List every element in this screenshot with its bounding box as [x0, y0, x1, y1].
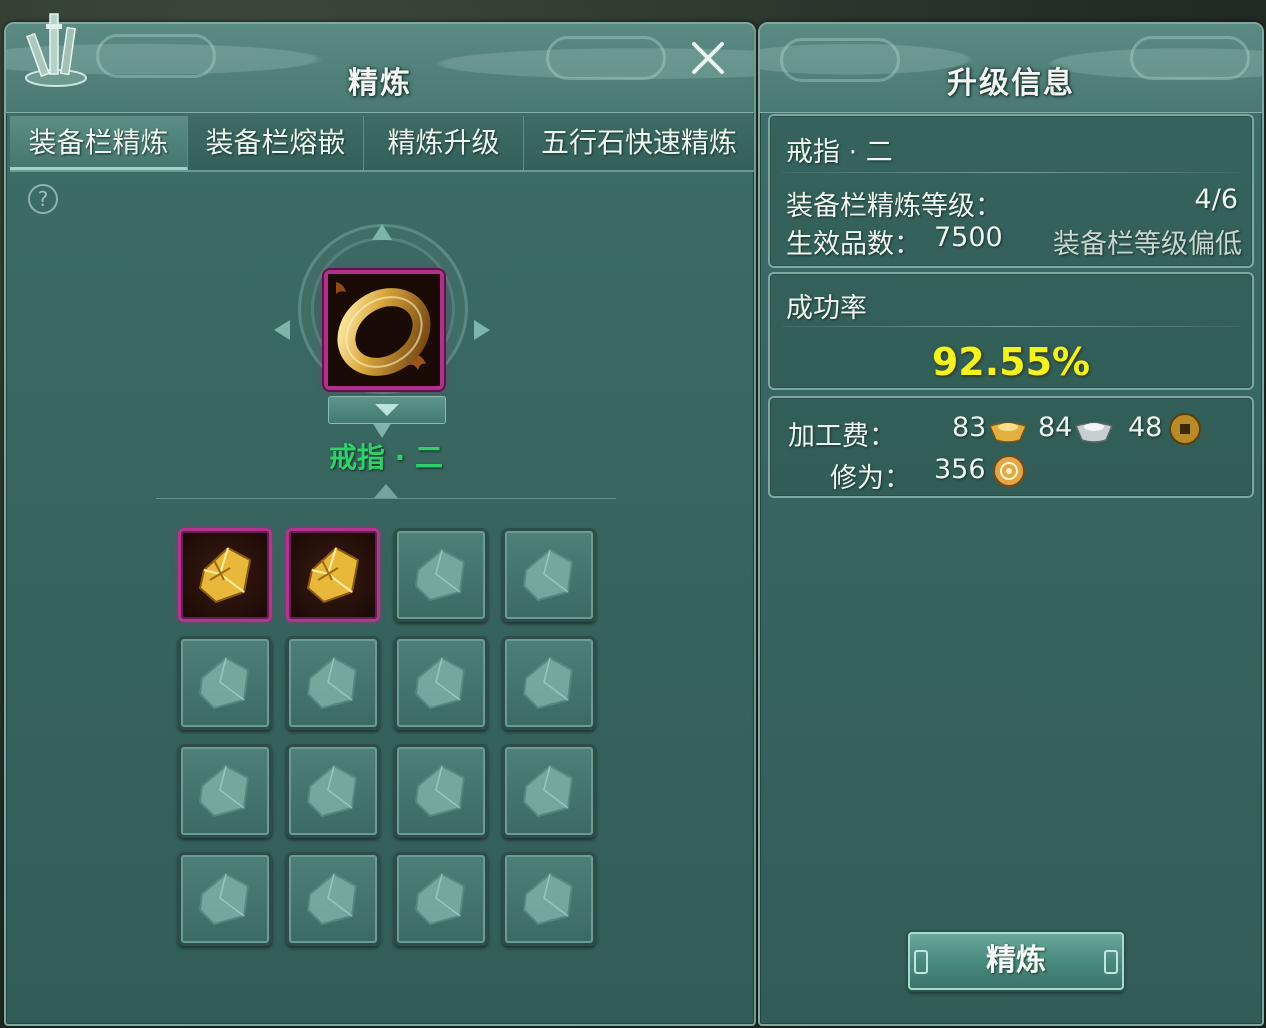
material-slot[interactable] [394, 528, 488, 622]
equipped-item-name: 戒指 · 二 [328, 441, 444, 474]
material-slot[interactable] [502, 744, 596, 838]
fee-label: 加工费： [788, 421, 896, 452]
empty-stone-placeholder-icon [198, 872, 250, 926]
divider [782, 326, 1240, 327]
cultivation-label: 修为： [830, 463, 911, 494]
silver-ingot-icon [1074, 422, 1114, 443]
tab-five-element-quick-refine[interactable]: 五行石快速精炼 [524, 116, 754, 170]
cultivation-orb-icon [993, 455, 1025, 487]
material-slot[interactable] [286, 636, 380, 730]
material-slot[interactable] [178, 744, 272, 838]
effective-quality-value: 7500 [934, 222, 1003, 253]
empty-stone-placeholder-icon [522, 656, 574, 710]
empty-stone-placeholder-icon [414, 656, 466, 710]
success-rate-box: 成功率 92.55% [768, 272, 1254, 390]
success-rate-value: 92.55% [931, 340, 1091, 384]
refine-panel-header: 精炼 [6, 24, 754, 113]
fee-copper-value: 48 [1128, 412, 1163, 443]
effective-quality-label: 生效品数： [786, 229, 921, 260]
close-icon [692, 42, 724, 74]
material-slot[interactable] [394, 852, 488, 946]
material-slot[interactable] [178, 528, 272, 622]
material-slot[interactable] [286, 528, 380, 622]
gold-ring-icon [328, 274, 440, 386]
material-slot[interactable] [502, 528, 596, 622]
refine-button[interactable]: 精炼 [908, 932, 1124, 990]
empty-stone-placeholder-icon [414, 764, 466, 818]
gold-ingot-icon [988, 422, 1028, 443]
sword-emblem-icon [25, 13, 87, 87]
empty-stone-placeholder-icon [522, 548, 574, 602]
empty-stone-placeholder-icon [414, 872, 466, 926]
material-slot[interactable] [394, 744, 488, 838]
copper-coin-icon [1169, 413, 1201, 445]
fee-gold-value: 83 [952, 412, 987, 443]
material-slot[interactable] [394, 636, 488, 730]
empty-stone-placeholder-icon [306, 872, 358, 926]
help-icon[interactable]: ? [28, 184, 58, 214]
fee-silver-value: 84 [1038, 412, 1073, 443]
tab-slot-refine[interactable]: 装备栏精炼 [10, 116, 188, 170]
material-slot[interactable] [286, 744, 380, 838]
empty-stone-placeholder-icon [198, 656, 250, 710]
upgrade-info-header: 升级信息 [760, 24, 1262, 113]
gold-refine-stone-icon [306, 546, 360, 604]
empty-stone-placeholder-icon [306, 656, 358, 710]
slot-level-warning: 装备栏等级偏低 [1053, 229, 1242, 260]
info-item-name: 戒指 · 二 [786, 137, 893, 168]
empty-stone-placeholder-icon [198, 764, 250, 818]
material-slot-grid [178, 528, 596, 946]
material-slot[interactable] [178, 636, 272, 730]
empty-stone-placeholder-icon [522, 872, 574, 926]
empty-stone-placeholder-icon [306, 764, 358, 818]
equipped-item-slot[interactable] [324, 270, 444, 390]
divider-ornament [156, 484, 616, 511]
item-info-box: 戒指 · 二 装备栏精炼等级： 4/6 生效品数： 7500 装备栏等级偏低 [768, 114, 1254, 268]
empty-stone-placeholder-icon [414, 548, 466, 602]
material-slot[interactable] [502, 636, 596, 730]
close-button[interactable] [688, 38, 728, 78]
success-rate-label: 成功率 [786, 293, 867, 324]
refine-panel: 精炼 装备栏精炼 装备栏熔嵌 精炼升级 五行石快速精炼 ? 戒指 · 二 [4, 13, 756, 1026]
upgrade-info-panel: 升级信息 戒指 · 二 装备栏精炼等级： 4/6 生效品数： 7500 装备栏等… [758, 22, 1264, 1026]
slot-refine-level-value: 4/6 [1194, 184, 1238, 215]
slot-refine-level-label: 装备栏精炼等级： [786, 191, 1002, 222]
refine-panel-title: 精炼 [348, 66, 412, 101]
equip-dropdown-button[interactable] [328, 396, 446, 424]
material-slot[interactable] [178, 852, 272, 946]
material-slot[interactable] [286, 852, 380, 946]
gold-refine-stone-icon [198, 546, 252, 604]
tab-refine-upgrade[interactable]: 精炼升级 [364, 116, 524, 170]
cultivation-value: 356 [934, 454, 986, 485]
upgrade-info-title: 升级信息 [947, 66, 1075, 101]
material-slot[interactable] [502, 852, 596, 946]
cost-box: 加工费： 83 84 48 修为： 356 [768, 396, 1254, 498]
empty-stone-placeholder-icon [522, 764, 574, 818]
tab-slot-inlay[interactable]: 装备栏熔嵌 [188, 116, 364, 170]
divider [782, 172, 1240, 173]
refine-tab-bar: 装备栏精炼 装备栏熔嵌 精炼升级 五行石快速精炼 [10, 116, 754, 172]
